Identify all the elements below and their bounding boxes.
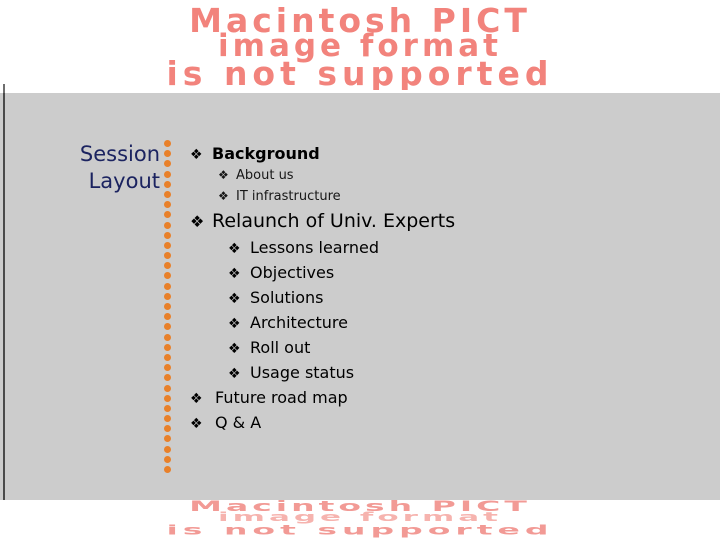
divider-dot (164, 323, 171, 331)
divider-dot (164, 140, 171, 147)
diamond-bullet-icon: ❖ (228, 266, 241, 282)
dotted-vertical-divider (164, 140, 171, 478)
diamond-bullet-icon: ❖ (228, 241, 241, 257)
divider-dot (164, 180, 171, 188)
diamond-bullet-icon: ❖ (190, 147, 203, 163)
outline-item-label: Future road map (215, 388, 348, 407)
outline-item-label: About us (236, 168, 294, 183)
divider-dot (164, 415, 171, 423)
divider-dot (164, 466, 171, 473)
divider-dot (164, 303, 171, 310)
diamond-bullet-icon: ❖ (228, 316, 241, 332)
outline-item-label: Roll out (250, 338, 311, 357)
outline-item: ❖ Roll out (228, 335, 700, 360)
divider-dot (164, 313, 171, 321)
outline-item: ❖ Objectives (228, 260, 700, 285)
diamond-bullet-icon: ❖ (190, 391, 203, 407)
outline-item: ❖ Q & A (190, 410, 700, 435)
slide-left-border (3, 93, 5, 500)
divider-dot (164, 221, 171, 229)
divider-dot (164, 262, 171, 270)
outline-item-label: Background (212, 144, 320, 163)
divider-dot (164, 241, 171, 249)
divider-dot (164, 425, 171, 433)
outline-item: ❖ Architecture (228, 310, 700, 335)
divider-dot (164, 231, 171, 239)
session-layout-title-line-2: Layout (88, 169, 160, 193)
pict-placeholder-top: Macintosh PICT image format is not suppo… (0, 0, 720, 90)
outline-item: ❖ Usage status (228, 360, 700, 385)
divider-dot (164, 252, 171, 260)
divider-dot (164, 282, 171, 290)
session-layout-title: Session Layout (20, 141, 160, 195)
outline-item: ❖ Background (190, 143, 700, 165)
divider-dot (164, 190, 171, 198)
diamond-bullet-icon: ❖ (218, 168, 229, 182)
divider-dot (164, 394, 171, 402)
divider-dot (164, 170, 171, 178)
divider-dot (164, 404, 171, 412)
outline-item-label: Relaunch of Univ. Experts (212, 210, 456, 232)
outline-item: ❖ Solutions (228, 285, 700, 310)
diamond-bullet-icon: ❖ (228, 366, 241, 382)
outline-item-label: Solutions (250, 288, 324, 307)
outline-item-label: Q & A (215, 413, 262, 432)
divider-dot (164, 160, 171, 168)
outline-item-label: Objectives (250, 263, 335, 282)
divider-dot (164, 292, 171, 300)
outline-item-label: Lessons learned (250, 238, 380, 257)
divider-dot (164, 435, 171, 443)
diamond-bullet-icon: ❖ (190, 212, 205, 231)
diamond-bullet-icon: ❖ (218, 189, 229, 203)
outline-item: ❖ IT infrastructure (218, 186, 700, 207)
outline-item: ❖ Relaunch of Univ. Experts (190, 207, 700, 235)
outline-item-label: IT infrastructure (236, 189, 341, 204)
divider-dot (164, 201, 171, 209)
divider-dot (164, 364, 171, 372)
divider-dot (164, 374, 171, 382)
outline-item: ❖ Future road map (190, 385, 700, 410)
divider-dot (164, 150, 171, 158)
divider-dot (164, 353, 171, 361)
outline-item: ❖ About us (218, 165, 700, 186)
divider-dot (164, 384, 171, 392)
agenda-outline-list: ❖ Background ❖ About us ❖ IT infrastructure ❖ R… (190, 143, 700, 435)
pict-placeholder-line-3: is not supported (166, 54, 554, 90)
divider-dot (164, 272, 171, 280)
diamond-bullet-icon: ❖ (190, 416, 203, 432)
divider-dot (164, 333, 171, 341)
diamond-bullet-icon: ❖ (228, 291, 241, 307)
outline-item-label: Usage status (250, 363, 355, 382)
pict-placeholder-bottom: Macintosh PICT image format is not suppo… (0, 500, 720, 540)
divider-dot (164, 211, 171, 219)
diamond-bullet-icon: ❖ (228, 341, 241, 357)
divider-dot (164, 455, 171, 463)
divider-dot (164, 343, 171, 351)
outline-item-label: Architecture (250, 313, 348, 332)
divider-dot (164, 445, 171, 453)
outline-item: ❖ Lessons learned (228, 235, 700, 260)
session-layout-title-line-1: Session (79, 142, 160, 166)
pict-placeholder-bottom-line-3: is not supported (166, 522, 554, 538)
